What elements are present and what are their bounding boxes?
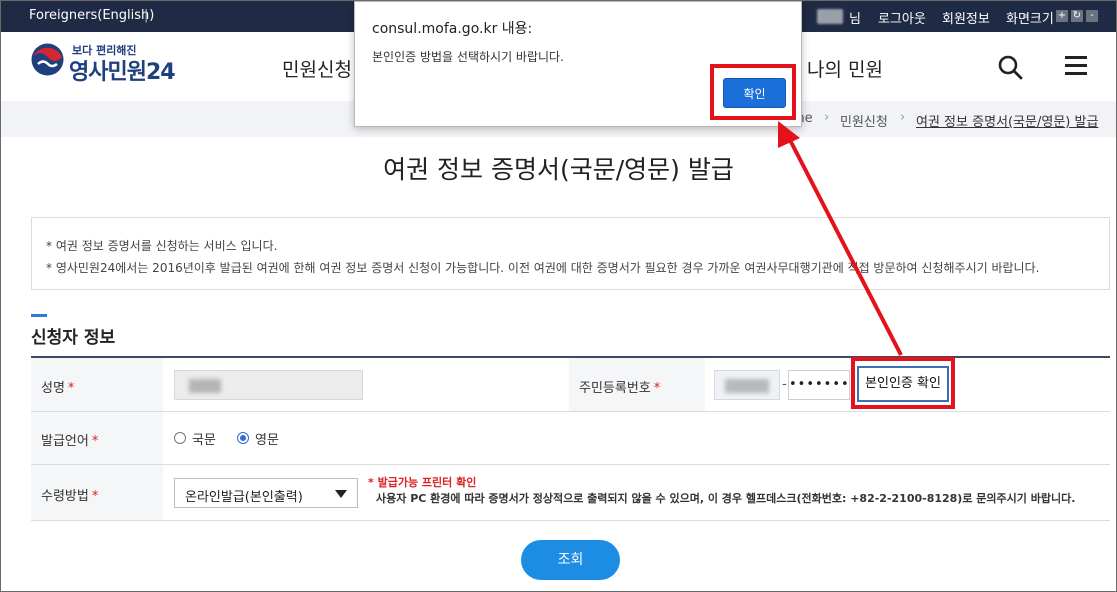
name-value-redacted bbox=[189, 379, 221, 393]
logout-link[interactable]: 로그아웃 bbox=[878, 8, 926, 27]
rrn-front-redacted bbox=[725, 379, 769, 393]
notice-line-1: * 여권 정보 증명서를 신청하는 서비스 입니다. bbox=[46, 239, 278, 253]
form-row-receive: 수령방법 * 온라인발급(본인출력) * 발급가능 프린터 확인 사용자 PC 환… bbox=[31, 465, 1110, 521]
name-field[interactable] bbox=[174, 370, 363, 400]
name-label: 성명 * bbox=[41, 381, 75, 396]
nav-apply[interactable]: 민원신청 bbox=[282, 55, 352, 82]
member-info-link[interactable]: 회원정보 bbox=[942, 8, 990, 27]
zoom-out-button[interactable]: - bbox=[1086, 10, 1098, 22]
printer-help-text: 사용자 PC 환경에 따라 증명서가 정상적으로 출력되지 않을 수 있으며, … bbox=[376, 492, 1076, 505]
section-marker bbox=[31, 314, 47, 317]
language-label-cell: 발급언어 * bbox=[31, 412, 163, 464]
nav-my-civil[interactable]: 나의 민원 bbox=[807, 55, 883, 82]
receive-method-select[interactable]: 온라인발급(본인출력) bbox=[174, 478, 358, 508]
rrn-label: 주민등록번호 * bbox=[579, 381, 661, 396]
hamburger-menu-icon[interactable] bbox=[1065, 56, 1087, 76]
notice-line-2: * 영사민원24에서는 2016년이후 발급된 여권에 한해 여권 정보 증명서… bbox=[46, 261, 1040, 275]
verify-button-highlight bbox=[851, 357, 955, 409]
radio-english[interactable] bbox=[237, 432, 249, 444]
breadcrumb-section[interactable]: 민원신청 bbox=[840, 111, 888, 130]
radio-english-label[interactable]: 영문 bbox=[255, 429, 279, 448]
chevron-right-icon: › bbox=[824, 110, 830, 125]
user-honorific: 님 bbox=[849, 12, 861, 27]
section-title: 신청자 정보 bbox=[31, 328, 116, 348]
zoom-in-button[interactable]: + bbox=[1056, 10, 1068, 22]
name-label-cell: 성명 * bbox=[31, 358, 163, 411]
rrn-dash: - bbox=[782, 377, 787, 392]
page-title: 여권 정보 증명서(국문/영문) 발급 bbox=[383, 155, 734, 184]
zoom-reset-button[interactable]: ↻ bbox=[1071, 10, 1083, 22]
search-button[interactable]: 조회 bbox=[521, 540, 620, 580]
ok-button-highlight bbox=[710, 64, 796, 120]
dialog-title: consul.mofa.go.kr 내용: bbox=[372, 21, 533, 37]
chevron-right-icon: › bbox=[900, 110, 906, 125]
radio-korean-label[interactable]: 국문 bbox=[192, 429, 216, 448]
topbar-separator: | bbox=[144, 8, 149, 23]
printer-check-link[interactable]: * 발급가능 프린터 확인 bbox=[368, 474, 476, 490]
screen-size-label: 화면크기 bbox=[1006, 12, 1054, 27]
logo-emblem-icon bbox=[31, 43, 64, 76]
receive-label: 수령방법 * bbox=[41, 489, 99, 504]
receive-label-cell: 수령방법 * bbox=[31, 465, 163, 520]
search-icon[interactable] bbox=[997, 54, 1023, 80]
form-row-language: 발급언어 * 국문 영문 bbox=[31, 412, 1110, 465]
receive-method-value: 온라인발급(본인출력) bbox=[185, 490, 303, 505]
rrn-front-field[interactable] bbox=[714, 370, 780, 400]
language-label: 발급언어 * bbox=[41, 434, 99, 449]
foreigners-english-link[interactable]: Foreigners(English) bbox=[29, 8, 154, 23]
radio-korean[interactable] bbox=[174, 432, 186, 444]
user-name-redacted bbox=[817, 9, 843, 24]
caret-down-icon bbox=[335, 490, 347, 498]
breadcrumb-current[interactable]: 여권 정보 증명서(국문/영문) 발급 bbox=[916, 111, 1098, 130]
rrn-back-field[interactable]: ••••••• bbox=[788, 370, 850, 400]
dialog-message: 본인인증 방법을 선택하시기 바랍니다. bbox=[372, 50, 564, 64]
logo-name[interactable]: 영사민원24 bbox=[69, 54, 176, 86]
notice-box: * 여권 정보 증명서를 신청하는 서비스 입니다. * 영사민원24에서는 2… bbox=[31, 217, 1110, 290]
rrn-label-cell: 주민등록번호 * bbox=[569, 358, 705, 411]
